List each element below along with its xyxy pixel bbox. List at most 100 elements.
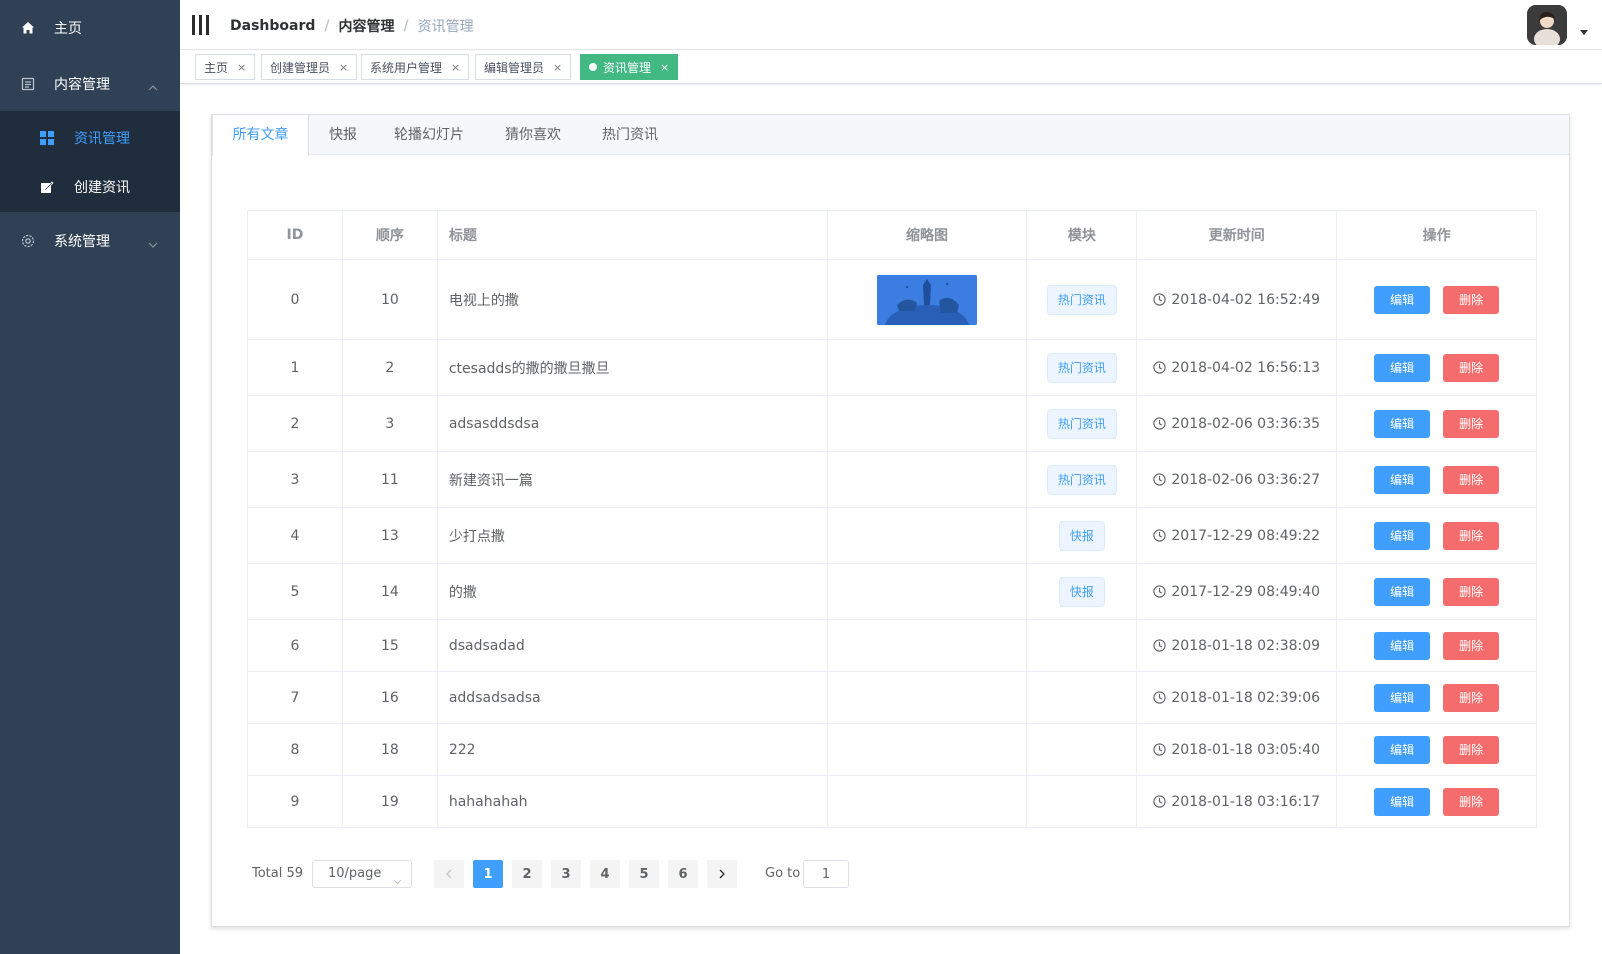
tab-hot-news[interactable]: 热门资讯 [585, 115, 675, 155]
delete-button[interactable]: 删除 [1443, 631, 1500, 660]
edit-button[interactable]: 编辑 [1374, 787, 1431, 816]
thumbnail-image [876, 274, 977, 325]
tag-news-management[interactable]: 资讯管理 × [580, 54, 679, 80]
tab-all-articles[interactable]: 所有文章 [212, 115, 309, 156]
next-page-button[interactable] [707, 860, 737, 888]
chevron-down-icon [393, 870, 402, 885]
hamburger-icon[interactable] [192, 15, 210, 35]
page-button-6[interactable]: 6 [668, 860, 698, 888]
edit-button[interactable]: 编辑 [1374, 735, 1431, 764]
sidebar-item-create-news[interactable]: 创建资讯 [0, 162, 180, 212]
header-order[interactable]: 顺序 [343, 211, 438, 259]
close-icon[interactable]: × [660, 61, 669, 74]
page-button-3[interactable]: 3 [551, 860, 581, 888]
sidebar-item-content[interactable]: 内容管理 [0, 56, 180, 112]
header-updated-time[interactable]: 更新时间 [1137, 211, 1338, 259]
tab-recommended[interactable]: 猜你喜欢 [481, 115, 585, 155]
cell-id: 4 [248, 508, 343, 563]
edit-button[interactable]: 编辑 [1374, 285, 1431, 314]
breadcrumb-separator: / [403, 18, 409, 34]
clock-icon [1153, 361, 1167, 374]
close-icon[interactable]: × [451, 61, 460, 74]
cell-title: adsasddsdsa [438, 396, 828, 451]
table-row: 1 2 ctesadds的撒的撒旦撒旦 热门资讯 2018-04-02 16:56:13… [248, 340, 1537, 396]
tag-label: 主页 [204, 60, 229, 75]
delete-button[interactable]: 删除 [1443, 787, 1500, 816]
cell-module: 热门资讯 [1027, 260, 1138, 339]
tab-flash[interactable]: 快报 [309, 115, 377, 155]
delete-button[interactable]: 删除 [1443, 577, 1500, 606]
navbar: Dashboard / 内容管理 / 资讯管理 [180, 0, 1602, 50]
cell-thumbnail [828, 508, 1028, 563]
goto-page-input[interactable] [803, 860, 849, 888]
breadcrumb-content-management[interactable]: 内容管理 [339, 16, 395, 36]
avatar[interactable] [1527, 5, 1567, 45]
header-module: 模块 [1027, 211, 1138, 259]
sidebar-item-system[interactable]: 系统管理 [0, 213, 180, 269]
page-button-1[interactable]: 1 [473, 860, 503, 888]
tag-create-admin[interactable]: 创建管理员 × [261, 54, 358, 80]
tab-carousel[interactable]: 轮播幻灯片 [377, 115, 481, 155]
edit-button[interactable]: 编辑 [1374, 683, 1431, 712]
edit-button[interactable]: 编辑 [1374, 577, 1431, 606]
table-row: 8 18 222 2018-01-18 03:05:40 编辑 删除 [248, 724, 1537, 776]
cell-title: 电视上的撒 [438, 260, 828, 339]
delete-button[interactable]: 删除 [1443, 285, 1500, 314]
table-body: 0 10 电视上的撒 热门资讯 2018-04-02 16:52:49 编辑 删除 1 2 cte… [248, 260, 1537, 828]
table-header-row: ID 顺序 标题 缩略图 模块 更新时间 操作 [248, 211, 1537, 260]
clock-icon [1153, 473, 1167, 486]
module-tag: 快报 [1058, 520, 1105, 551]
news-table: ID 顺序 标题 缩略图 模块 更新时间 操作 0 10 电视上的撒 热门资讯 2018… [247, 210, 1537, 828]
tag-system-users[interactable]: 系统用户管理 × [361, 54, 470, 80]
home-icon [21, 21, 35, 35]
tag-edit-admin[interactable]: 编辑管理员 × [475, 54, 572, 80]
edit-button[interactable]: 编辑 [1374, 521, 1431, 550]
edit-button[interactable]: 编辑 [1374, 465, 1431, 494]
page-button-2[interactable]: 2 [512, 860, 542, 888]
delete-button[interactable]: 删除 [1443, 683, 1500, 712]
sidebar-item-home[interactable]: 主页 [0, 0, 180, 56]
cell-order: 16 [343, 672, 438, 723]
close-icon[interactable]: × [237, 61, 246, 74]
edit-button[interactable]: 编辑 [1374, 409, 1431, 438]
cell-id: 7 [248, 672, 343, 723]
prev-page-button[interactable] [434, 860, 464, 888]
edit-button[interactable]: 编辑 [1374, 353, 1431, 382]
active-dot-icon [589, 63, 597, 71]
cell-module: 热门资讯 [1027, 452, 1138, 507]
table-row: 0 10 电视上的撒 热门资讯 2018-04-02 16:52:49 编辑 删除 [248, 260, 1537, 340]
close-icon[interactable]: × [553, 61, 562, 74]
cell-module: 热门资讯 [1027, 340, 1138, 395]
page-size-value: 10/page [328, 866, 382, 881]
tag-home[interactable]: 主页 × [195, 54, 256, 80]
cell-actions: 编辑 删除 [1337, 776, 1537, 827]
cell-updated-time: 2017-12-29 08:49:40 [1137, 564, 1338, 619]
cell-title: dsadsadad [438, 620, 828, 671]
breadcrumb-separator: / [324, 18, 330, 34]
delete-button[interactable]: 删除 [1443, 353, 1500, 382]
page-size-select[interactable]: 10/page [312, 860, 412, 888]
cell-updated-time: 2018-04-02 16:52:49 [1137, 260, 1338, 339]
cell-actions: 编辑 删除 [1337, 396, 1537, 451]
breadcrumb-dashboard[interactable]: Dashboard [230, 18, 315, 34]
header-id[interactable]: ID [248, 211, 343, 259]
close-icon[interactable]: × [339, 61, 348, 74]
edit-button[interactable]: 编辑 [1374, 631, 1431, 660]
page-button-5[interactable]: 5 [629, 860, 659, 888]
delete-button[interactable]: 删除 [1443, 735, 1500, 764]
table-row: 4 13 少打点撒 快报 2017-12-29 08:49:22 编辑 删除 [248, 508, 1537, 564]
delete-button[interactable]: 删除 [1443, 465, 1500, 494]
header-title[interactable]: 标题 [438, 211, 828, 259]
cell-thumbnail [828, 724, 1028, 775]
cell-thumbnail [828, 776, 1028, 827]
delete-button[interactable]: 删除 [1443, 409, 1500, 438]
table-row: 7 16 addsadsadsa 2018-01-18 02:39:06 编辑 删除 [248, 672, 1537, 724]
page-button-4[interactable]: 4 [590, 860, 620, 888]
sidebar-item-news-management[interactable]: 资讯管理 [0, 113, 180, 163]
cell-updated-time: 2018-01-18 02:38:09 [1137, 620, 1338, 671]
time-wrap: 2017-12-29 08:49:40 [1153, 584, 1320, 600]
cell-id: 8 [248, 724, 343, 775]
caret-down-icon[interactable] [1580, 30, 1588, 35]
time-wrap: 2017-12-29 08:49:22 [1153, 528, 1320, 544]
delete-button[interactable]: 删除 [1443, 521, 1500, 550]
